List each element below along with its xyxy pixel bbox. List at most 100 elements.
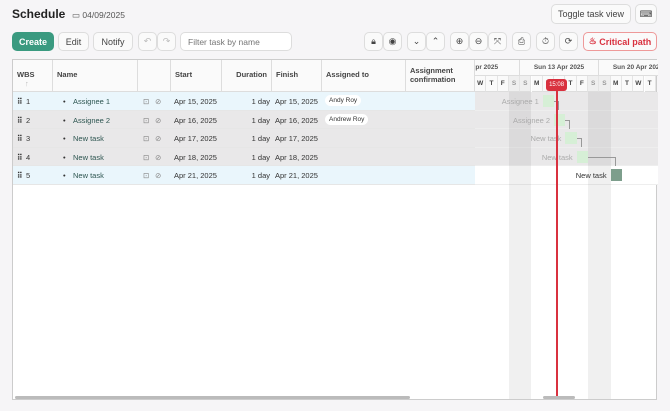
zoom-out-icon[interactable]: ⊖	[469, 32, 488, 51]
drag-handle-icon[interactable]: ⠿	[17, 171, 23, 180]
finish-cell: Apr 16, 2025	[275, 115, 318, 125]
task-bar[interactable]	[542, 95, 555, 107]
column-assigned-to[interactable]: Assigned to	[322, 60, 406, 92]
column-icons	[138, 60, 171, 92]
finish-cell: Apr 18, 2025	[275, 152, 318, 162]
column-duration[interactable]: Duration	[222, 60, 272, 92]
sort-arrow-icon[interactable]: ↑	[25, 79, 29, 88]
table-row[interactable]: ⠿ 5 • New task ⊡ ⊘ Apr 21, 2025 1 day Apr 21, 20…	[13, 166, 475, 185]
day-label: S	[508, 76, 521, 92]
attachment-icon[interactable]: ⊘	[155, 134, 161, 143]
attachment-icon[interactable]: ⊘	[155, 97, 161, 106]
finish-cell: Apr 21, 2025	[275, 171, 318, 180]
undo-icon[interactable]: ↶	[138, 32, 157, 51]
task-name[interactable]: Assignee 1	[73, 97, 110, 106]
day-label: S	[599, 76, 611, 92]
task-name[interactable]: New task	[73, 134, 104, 143]
table-row[interactable]: ⠿ 2 • Assignee 2 ⊡ ⊘ Apr 16, 2025 1 day Apr 16, …	[13, 110, 475, 129]
drag-handle-icon[interactable]: ⠿	[17, 116, 23, 125]
filter-task-input[interactable]	[180, 32, 292, 51]
eye-icon[interactable]: ◉	[383, 32, 402, 51]
column-start[interactable]: Start	[171, 60, 222, 92]
bullet-icon: •	[63, 134, 66, 143]
toggle-task-view-button[interactable]: Toggle task view	[551, 4, 631, 24]
task-bar[interactable]	[576, 150, 588, 163]
calendar-icon: ▭	[72, 10, 83, 20]
print-icon[interactable]: ⎙	[512, 32, 531, 51]
chevron-up-icon[interactable]: ⌃	[426, 32, 445, 51]
comments-icon[interactable]: ⊡	[143, 153, 149, 162]
zoom-in-icon[interactable]: ⊕	[450, 32, 469, 51]
task-bar-label: New task	[541, 152, 573, 162]
grid-scrollbar[interactable]	[15, 396, 410, 399]
start-cell: Apr 15, 2025	[174, 97, 217, 106]
day-label: S	[588, 76, 600, 92]
comments-icon[interactable]: ⊡	[143, 97, 149, 106]
gantt-scrollbar[interactable]	[543, 396, 575, 399]
task-name[interactable]: New task	[73, 171, 104, 180]
drag-handle-icon[interactable]: ⠿	[17, 134, 23, 143]
wbs-cell: 5	[26, 171, 31, 180]
day-label: M	[531, 76, 543, 92]
attachment-icon[interactable]: ⊘	[155, 171, 161, 180]
column-wbs[interactable]: WBS ↑	[13, 60, 53, 92]
wbs-cell: 4	[26, 152, 31, 162]
chevron-down-icon[interactable]: ⌄	[407, 32, 426, 51]
task-bar-label: New task	[530, 134, 562, 143]
task-bar-label: New task	[575, 171, 607, 180]
page-title: Schedule	[12, 7, 66, 21]
dependency-arrow	[588, 156, 616, 166]
day-label: F	[576, 76, 588, 92]
task-bar-label: Assignee 2	[512, 115, 551, 125]
schedule-grid: WBS ↑ Name Start Duration Finish Assigne…	[12, 59, 658, 400]
refresh-icon[interactable]: ⟳	[559, 32, 578, 51]
drag-handle-icon[interactable]: ⠿	[17, 153, 23, 162]
notify-button[interactable]: Notify	[93, 32, 133, 51]
redo-icon[interactable]: ↷	[157, 32, 176, 51]
column-finish[interactable]: Finish	[272, 60, 322, 92]
edit-button[interactable]: Edit	[58, 32, 89, 51]
dependency-arrow	[565, 119, 571, 129]
timer-icon[interactable]: ⏱︎	[536, 32, 555, 51]
comments-icon[interactable]: ⊡	[143, 171, 149, 180]
today-marker: 15:08	[546, 79, 568, 91]
schedule-date: ▭ 04/09/2025	[72, 10, 125, 20]
assignee-chip[interactable]: Andy Roy	[325, 95, 362, 106]
table-row[interactable]: ⠿ 3 • New task ⊡ ⊘ Apr 17, 2025 1 day Apr 17, 20…	[13, 129, 475, 148]
create-button[interactable]: Create	[12, 32, 54, 51]
wbs-cell: 2	[26, 115, 31, 125]
drag-handle-icon[interactable]: ⠿	[17, 97, 23, 106]
finish-cell: Apr 17, 2025	[275, 134, 318, 143]
day-label: T	[644, 76, 656, 92]
day-label: M	[610, 76, 622, 92]
assignee-chip[interactable]: Andrew Roy	[325, 113, 369, 125]
comments-icon[interactable]: ⊡	[143, 134, 149, 143]
week-label: Sun 13 Apr 2025	[520, 60, 599, 76]
task-name[interactable]: New task	[73, 153, 104, 162]
task-name[interactable]: Assignee 2	[73, 116, 110, 125]
comments-icon[interactable]: ⊡	[143, 116, 149, 125]
table-row[interactable]: ⠿ 4 • New task ⊡ ⊘ Apr 18, 2025 1 day Apr 18, 20…	[13, 147, 475, 166]
column-assignment-confirmation[interactable]: Assignment confirmation	[406, 60, 475, 92]
duration-cell: 1 day	[251, 152, 270, 162]
attachment-icon[interactable]: ⊘	[155, 116, 161, 125]
fit-screen-icon[interactable]: ⤧	[488, 32, 507, 51]
critical-path-button[interactable]: ♨ Critical path	[583, 32, 657, 51]
start-cell: Apr 21, 2025	[174, 171, 217, 180]
task-bar[interactable]	[565, 132, 577, 144]
keyboard-icon[interactable]: ⌨	[635, 4, 657, 24]
table-row[interactable]: ⠿ 1 • Assignee 1 ⊡ ⊘ Apr 15, 2025 1 day Apr 15, …	[13, 92, 475, 111]
attachment-icon[interactable]: ⊘	[155, 153, 161, 162]
task-bar-label: Assignee 1	[501, 97, 539, 106]
weekend-column	[588, 92, 600, 399]
day-label: F	[497, 76, 509, 92]
wbs-cell: 3	[26, 134, 31, 143]
day-label: T	[565, 76, 577, 92]
wbs-cell: 1	[26, 97, 31, 106]
column-name[interactable]: Name	[53, 60, 138, 92]
lock-icon[interactable]: 🔒︎	[364, 32, 383, 51]
start-cell: Apr 17, 2025	[174, 134, 217, 143]
week-label: Sun 20 Apr 2025	[599, 60, 658, 76]
day-label: T	[621, 76, 634, 92]
task-bar[interactable]	[610, 169, 622, 181]
